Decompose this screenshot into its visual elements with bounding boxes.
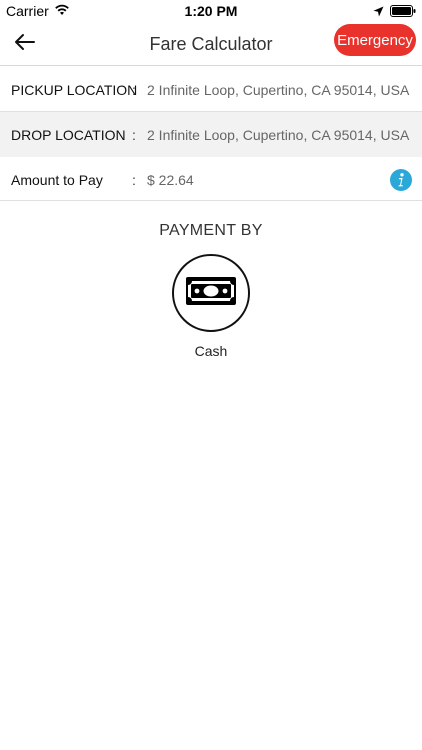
nav-bar: Fare Calculator Emergency <box>0 22 422 66</box>
info-icon[interactable] <box>390 168 412 191</box>
payment-title: PAYMENT BY <box>159 222 263 239</box>
location-arrow-icon <box>373 4 384 20</box>
cash-payment-button[interactable] <box>172 254 250 332</box>
emergency-button[interactable]: Emergency <box>334 24 416 56</box>
pickup-location-label: PICKUP LOCATION <box>11 81 138 98</box>
amount-colon: : <box>132 171 136 188</box>
amount-label: Amount to Pay <box>11 171 103 188</box>
pickup-location-value: 2 Infinite Loop, Cupertino, CA 95014, US… <box>147 81 410 98</box>
pickup-location-colon: : <box>132 81 136 98</box>
amount-row: Amount to Pay : $ 22.64 <box>0 157 422 202</box>
status-right <box>373 4 416 20</box>
status-bar: Carrier 1:20 PM <box>0 0 422 22</box>
cash-label: Cash <box>194 343 228 359</box>
status-time: 1:20 PM <box>184 3 238 19</box>
pickup-location-row: PICKUP LOCATION : 2 Infinite Loop, Cuper… <box>0 67 422 112</box>
amount-value: $ 22.64 <box>147 171 194 188</box>
divider <box>0 200 422 201</box>
battery-icon <box>390 4 416 20</box>
drop-location-colon: : <box>132 126 136 143</box>
drop-location-label: DROP LOCATION <box>11 126 126 143</box>
drop-location-row: DROP LOCATION : 2 Infinite Loop, Cuperti… <box>0 112 422 157</box>
drop-location-value: 2 Infinite Loop, Cupertino, CA 95014, US… <box>147 126 410 143</box>
cash-icon <box>185 276 237 311</box>
